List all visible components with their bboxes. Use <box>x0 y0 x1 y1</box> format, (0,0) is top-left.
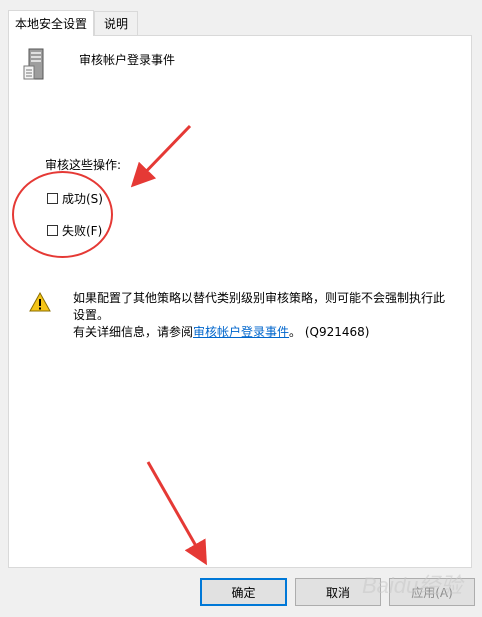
failure-checkbox[interactable] <box>47 225 58 236</box>
success-checkbox[interactable] <box>47 193 58 204</box>
ok-button[interactable]: 确定 <box>200 578 287 606</box>
tab-local-security-setting[interactable]: 本地安全设置 <box>8 10 94 36</box>
warning-text: 如果配置了其他策略以替代类别级别审核策略，则可能不会强制执行此设置。 有关详细信… <box>73 290 453 341</box>
failure-checkbox-row[interactable]: 失败(F) <box>47 222 102 239</box>
success-checkbox-row[interactable]: 成功(S) <box>47 190 103 207</box>
audit-actions-label: 审核这些操作: <box>45 158 122 172</box>
settings-panel: 审核帐户登录事件 审核这些操作: 成功(S) 失败(F) 如果配置了其他策略以替… <box>8 35 472 568</box>
server-policy-icon <box>23 48 44 80</box>
warning-line2-prefix: 有关详细信息，请参阅 <box>73 325 194 339</box>
success-checkbox-label: 成功(S) <box>62 192 103 206</box>
tab-label: 说明 <box>103 17 128 31</box>
tab-explain[interactable]: 说明 <box>94 11 138 35</box>
warning-line2: 有关详细信息，请参阅审核帐户登录事件。 (Q921468) <box>73 324 453 341</box>
tab-label: 本地安全设置 <box>14 17 87 31</box>
cancel-button[interactable]: 取消 <box>295 578 381 606</box>
failure-checkbox-label: 失败(F) <box>62 224 103 238</box>
audit-logon-events-link[interactable]: 审核帐户登录事件 <box>193 325 289 339</box>
policy-title: 审核帐户登录事件 <box>79 53 176 67</box>
warning-line1: 如果配置了其他策略以替代类别级别审核策略，则可能不会强制执行此设置。 <box>73 291 446 322</box>
warning-line2-suffix: 。 (Q921468) <box>289 325 370 339</box>
warning-icon <box>29 292 51 312</box>
apply-button[interactable]: 应用(A) <box>389 578 475 606</box>
